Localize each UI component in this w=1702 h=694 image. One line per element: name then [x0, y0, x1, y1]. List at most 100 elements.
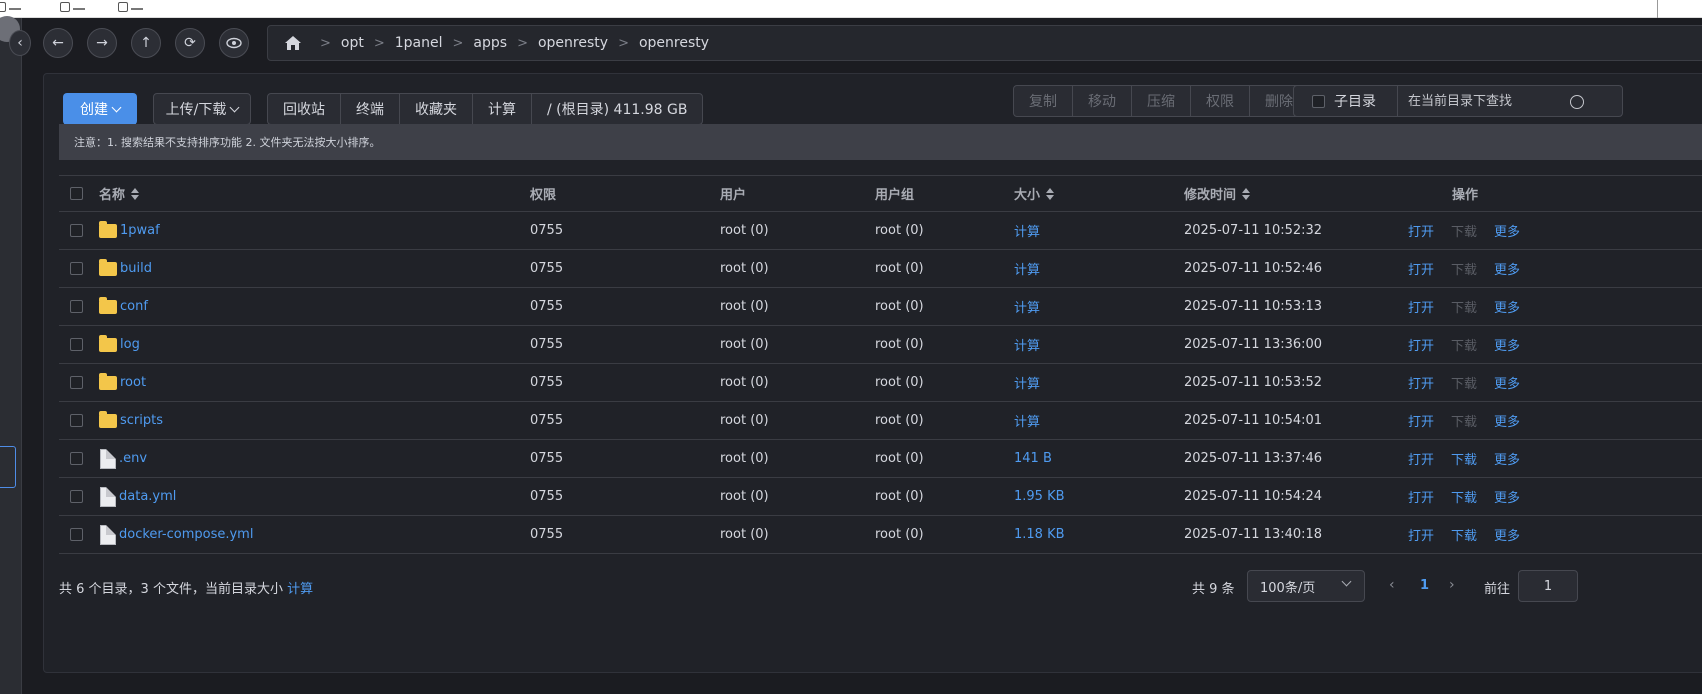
- page-size-select[interactable]: 100条/页: [1247, 570, 1365, 602]
- row-checkbox[interactable]: [70, 300, 83, 313]
- header-name[interactable]: 名称: [99, 176, 140, 211]
- row-checkbox[interactable]: [70, 414, 83, 427]
- download-button[interactable]: 下载: [1451, 525, 1477, 544]
- open-button[interactable]: 打开: [1408, 259, 1434, 278]
- permission-button[interactable]: 权限: [1191, 86, 1250, 116]
- open-button[interactable]: 打开: [1408, 373, 1434, 392]
- goto-page-input[interactable]: [1518, 570, 1578, 602]
- open-button[interactable]: 打开: [1408, 297, 1434, 316]
- row-checkbox[interactable]: [70, 528, 83, 541]
- size-calculate-link[interactable]: 计算: [1014, 326, 1040, 363]
- breadcrumb-separator: >: [517, 35, 528, 51]
- home-icon[interactable]: [284, 35, 302, 51]
- file-name-link[interactable]: build: [120, 261, 152, 276]
- current-page-number[interactable]: 1: [1420, 578, 1429, 593]
- file-icon: [100, 524, 116, 545]
- favorites-button[interactable]: 收藏夹: [400, 94, 473, 124]
- open-button[interactable]: 打开: [1408, 487, 1434, 506]
- prev-page-icon[interactable]: ‹: [1389, 577, 1395, 593]
- breadcrumb-item-apps[interactable]: apps: [473, 35, 507, 51]
- group-cell: root (0): [875, 451, 924, 466]
- table-header: 名称 权限 用户 用户组 大小 修改时间 操作: [59, 175, 1702, 212]
- search-input[interactable]: [1398, 86, 1558, 116]
- sidebar-selected-item[interactable]: [0, 446, 16, 488]
- file-name-link[interactable]: conf: [120, 299, 148, 314]
- terminal-button[interactable]: 终端: [341, 94, 400, 124]
- folder-icon: [99, 372, 117, 390]
- forward-button[interactable]: →: [87, 28, 117, 58]
- row-checkbox[interactable]: [70, 452, 83, 465]
- open-button[interactable]: 打开: [1408, 449, 1434, 468]
- permission-cell: 0755: [530, 261, 564, 276]
- size-calculate-link[interactable]: 计算: [1014, 288, 1040, 325]
- subdirectory-toggle[interactable]: 子目录: [1294, 86, 1398, 116]
- arrow-right-icon: →: [96, 35, 108, 51]
- copy-button[interactable]: 复制: [1014, 86, 1073, 116]
- header-time-label: 修改时间: [1184, 188, 1237, 203]
- more-button[interactable]: 更多: [1494, 297, 1520, 316]
- open-button[interactable]: 打开: [1408, 335, 1434, 354]
- sort-icon[interactable]: [1046, 187, 1055, 200]
- download-button[interactable]: 下载: [1451, 449, 1477, 468]
- size-calculate-link[interactable]: 计算: [1014, 250, 1040, 287]
- row-checkbox[interactable]: [70, 224, 83, 237]
- file-name-link[interactable]: data.yml: [119, 489, 176, 504]
- upload-download-button[interactable]: 上传/下载: [153, 93, 251, 125]
- file-name-link[interactable]: .env: [119, 451, 147, 466]
- row-checkbox[interactable]: [70, 338, 83, 351]
- more-button[interactable]: 更多: [1494, 411, 1520, 430]
- row-checkbox[interactable]: [70, 262, 83, 275]
- row-checkbox[interactable]: [70, 490, 83, 503]
- breadcrumb-item-openresty-current[interactable]: openresty: [639, 35, 709, 51]
- user-cell: root (0): [720, 337, 769, 352]
- download-button[interactable]: 下载: [1451, 487, 1477, 506]
- sort-icon[interactable]: [131, 187, 140, 200]
- calculate-button[interactable]: 计算: [473, 94, 532, 124]
- view-hidden-button[interactable]: [219, 28, 249, 58]
- back-button[interactable]: ←: [43, 28, 73, 58]
- row-checkbox[interactable]: [70, 376, 83, 389]
- up-button[interactable]: ↑: [131, 28, 161, 58]
- breadcrumb-item-openresty[interactable]: openresty: [538, 35, 608, 51]
- more-button[interactable]: 更多: [1494, 335, 1520, 354]
- open-button[interactable]: 打开: [1408, 221, 1434, 240]
- open-button[interactable]: 打开: [1408, 525, 1434, 544]
- open-button[interactable]: 打开: [1408, 411, 1434, 430]
- size-calculate-link[interactable]: 计算: [1014, 364, 1040, 401]
- header-size[interactable]: 大小: [1014, 176, 1055, 211]
- chevron-down-icon: [229, 102, 240, 112]
- more-button[interactable]: 更多: [1494, 259, 1520, 278]
- file-name-link[interactable]: scripts: [120, 413, 163, 428]
- refresh-button[interactable]: ⟳: [175, 28, 205, 58]
- create-button[interactable]: 创建: [63, 93, 137, 125]
- recycle-bin-button[interactable]: 回收站: [268, 94, 341, 124]
- breadcrumb-item-1panel[interactable]: 1panel: [395, 35, 443, 51]
- file-name-link[interactable]: docker-compose.yml: [119, 527, 253, 542]
- subdirectory-checkbox[interactable]: [1312, 94, 1325, 108]
- file-size-cell: 141 B: [1014, 451, 1052, 466]
- next-page-icon[interactable]: ›: [1449, 577, 1455, 593]
- file-name-link[interactable]: log: [120, 337, 140, 352]
- sort-icon[interactable]: [1242, 187, 1251, 200]
- size-calculate-link[interactable]: 计算: [1014, 402, 1040, 439]
- more-button[interactable]: 更多: [1494, 373, 1520, 392]
- file-name-link[interactable]: root: [120, 375, 146, 390]
- file-table: 名称 权限 用户 用户组 大小 修改时间 操作 1pwaf 0755 root …: [59, 175, 1702, 554]
- disk-usage-button[interactable]: / (根目录) 411.98 GB: [532, 94, 702, 124]
- collapse-button[interactable]: ‹: [9, 30, 31, 56]
- more-button[interactable]: 更多: [1494, 221, 1520, 240]
- summary-calculate-link[interactable]: 计算: [287, 582, 313, 597]
- more-button[interactable]: 更多: [1494, 487, 1520, 506]
- file-name-link[interactable]: 1pwaf: [120, 223, 160, 238]
- size-calculate-link[interactable]: 计算: [1014, 212, 1040, 249]
- search-icon[interactable]: [1570, 95, 1584, 109]
- header-modified-time[interactable]: 修改时间: [1184, 176, 1251, 211]
- compress-button[interactable]: 压缩: [1132, 86, 1191, 116]
- table-row: data.yml 0755 root (0) root (0) 1.95 KB …: [59, 478, 1702, 516]
- modified-time-cell: 2025-07-11 10:54:24: [1184, 489, 1323, 504]
- more-button[interactable]: 更多: [1494, 449, 1520, 468]
- more-button[interactable]: 更多: [1494, 525, 1520, 544]
- move-button[interactable]: 移动: [1073, 86, 1132, 116]
- breadcrumb-item-opt[interactable]: opt: [341, 35, 364, 51]
- select-all-checkbox[interactable]: [70, 187, 83, 200]
